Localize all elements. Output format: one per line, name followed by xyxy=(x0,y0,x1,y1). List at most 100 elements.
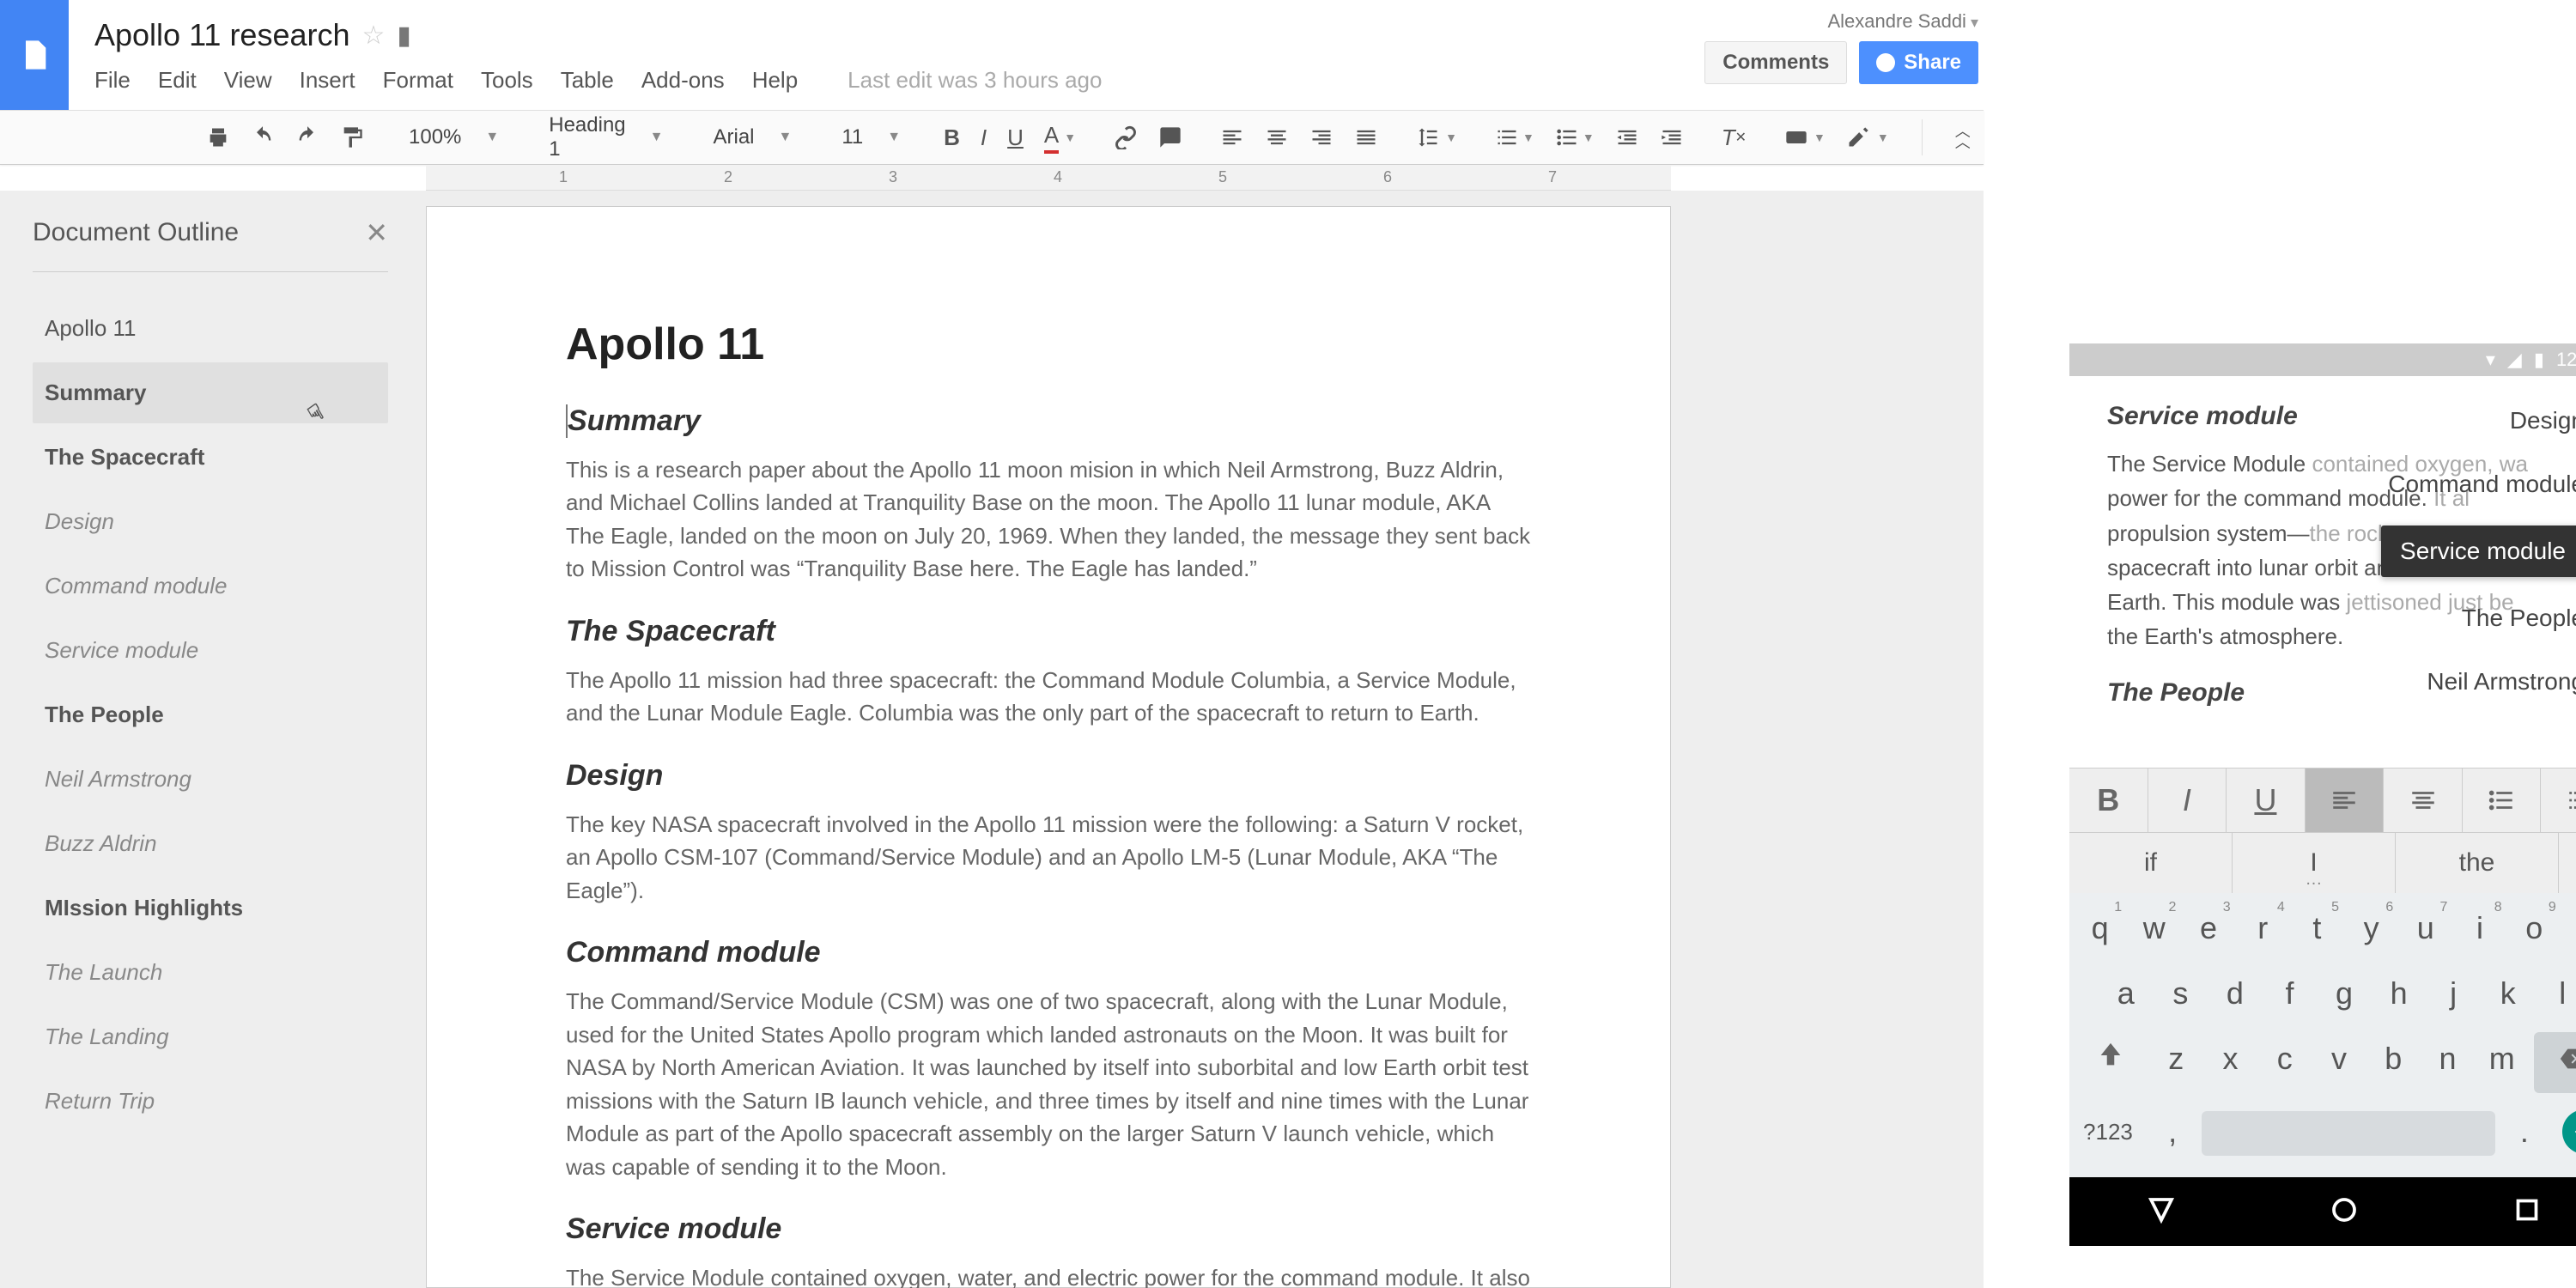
bulleted-list-icon[interactable]: ▼ xyxy=(1545,120,1605,155)
outline-item[interactable]: The Landing xyxy=(33,1006,388,1067)
italic-button[interactable]: I xyxy=(970,120,997,155)
period-key[interactable]: . xyxy=(2495,1102,2554,1162)
paragraph-style-select[interactable]: Heading 1▼ xyxy=(532,120,678,155)
font-size-select[interactable]: 11▼ xyxy=(824,120,916,155)
underline-button[interactable]: U xyxy=(2227,769,2306,832)
back-icon[interactable] xyxy=(2146,1194,2177,1230)
key-g[interactable]: g xyxy=(2317,963,2372,1024)
menu-insert[interactable]: Insert xyxy=(300,67,355,94)
key-v[interactable]: v xyxy=(2312,1029,2366,1097)
key-d[interactable]: d xyxy=(2208,963,2263,1024)
insert-comment-icon[interactable] xyxy=(1148,120,1193,155)
outline-item[interactable]: The Spacecraft xyxy=(33,427,388,488)
menu-add-ons[interactable]: Add-ons xyxy=(641,67,725,94)
editing-mode-icon[interactable]: ▼ xyxy=(1836,120,1899,155)
key-t[interactable]: t5 xyxy=(2290,898,2344,958)
suggestion[interactable]: the xyxy=(2396,833,2559,893)
decrease-indent-icon[interactable] xyxy=(1605,120,1649,155)
outline-item[interactable]: MIssion Highlights xyxy=(33,878,388,939)
user-name[interactable]: Alexandre Saddi xyxy=(1704,10,1978,33)
bold-button[interactable]: B xyxy=(2069,769,2148,832)
mobile-nav-item[interactable]: Service module xyxy=(2381,526,2576,577)
shift-key[interactable] xyxy=(2073,1029,2149,1097)
hide-menus-icon[interactable]: ︿︿ xyxy=(1945,120,1981,155)
align-justify-icon[interactable] xyxy=(1344,120,1388,155)
share-button[interactable]: Share xyxy=(1859,41,1978,84)
key-n[interactable]: n xyxy=(2421,1029,2475,1097)
outline-item[interactable]: Neil Armstrong xyxy=(33,749,388,810)
key-y[interactable]: y6 xyxy=(2344,898,2398,958)
mobile-nav-item[interactable]: Neil Armstrong xyxy=(2427,659,2576,704)
outline-item[interactable]: Design xyxy=(33,491,388,552)
align-left-icon[interactable] xyxy=(1210,120,1255,155)
outline-item[interactable]: The People xyxy=(33,684,388,745)
star-icon[interactable]: ☆ xyxy=(362,21,386,51)
mobile-nav-item[interactable]: Design xyxy=(2510,398,2576,443)
folder-icon[interactable]: ▮ xyxy=(397,21,411,51)
clear-formatting-icon[interactable]: T✕ xyxy=(1711,120,1757,155)
mobile-nav-item[interactable]: The People xyxy=(2462,596,2576,641)
key-w[interactable]: w2 xyxy=(2127,898,2181,958)
menu-view[interactable]: View xyxy=(224,67,272,94)
redo-icon[interactable] xyxy=(285,120,330,155)
outline-item[interactable]: The Launch xyxy=(33,942,388,1003)
print-icon[interactable] xyxy=(196,120,240,155)
mic-icon[interactable]: ● xyxy=(2559,833,2576,893)
outline-item[interactable]: Apollo 11 xyxy=(33,298,388,359)
menu-format[interactable]: Format xyxy=(383,67,453,94)
key-z[interactable]: z xyxy=(2149,1029,2203,1097)
align-center-icon[interactable] xyxy=(1255,120,1299,155)
bulleted-list-icon[interactable] xyxy=(2463,769,2542,832)
backspace-key[interactable] xyxy=(2534,1032,2576,1093)
align-left-icon[interactable] xyxy=(2306,769,2385,832)
paint-format-icon[interactable] xyxy=(330,120,374,155)
space-key[interactable] xyxy=(2202,1111,2494,1156)
align-center-icon[interactable] xyxy=(2384,769,2463,832)
key-l[interactable]: l xyxy=(2536,963,2576,1024)
font-select[interactable]: Arial▼ xyxy=(696,120,807,155)
undo-icon[interactable] xyxy=(240,120,285,155)
menu-file[interactable]: File xyxy=(94,67,131,94)
menu-help[interactable]: Help xyxy=(752,67,798,94)
key-b[interactable]: b xyxy=(2366,1029,2421,1097)
insert-link-icon[interactable] xyxy=(1103,120,1148,155)
suggestion[interactable]: I… xyxy=(2233,833,2396,893)
outline-item[interactable]: Service module xyxy=(33,620,388,681)
key-s[interactable]: s xyxy=(2154,963,2208,1024)
key-m[interactable]: m xyxy=(2475,1029,2529,1097)
enter-key[interactable] xyxy=(2562,1109,2576,1154)
document-title[interactable]: Apollo 11 research xyxy=(94,17,350,53)
align-right-icon[interactable] xyxy=(1299,120,1344,155)
key-k[interactable]: k xyxy=(2481,963,2536,1024)
menu-tools[interactable]: Tools xyxy=(481,67,533,94)
key-c[interactable]: c xyxy=(2257,1029,2312,1097)
key-j[interactable]: j xyxy=(2426,963,2481,1024)
menu-table[interactable]: Table xyxy=(561,67,614,94)
comma-key[interactable]: , xyxy=(2143,1102,2202,1162)
key-i[interactable]: i8 xyxy=(2452,898,2506,958)
outline-item[interactable]: Command module xyxy=(33,556,388,617)
key-e[interactable]: e3 xyxy=(2181,898,2235,958)
mobile-document[interactable]: Service module The Service Module contai… xyxy=(2069,376,2576,768)
outline-item[interactable]: Summary☟ xyxy=(33,362,388,423)
increase-indent-icon[interactable] xyxy=(1649,120,1694,155)
input-tools-icon[interactable]: ▼ xyxy=(1774,120,1836,155)
close-icon[interactable]: ✕ xyxy=(365,216,388,249)
underline-button[interactable]: U xyxy=(997,120,1034,155)
italic-button[interactable]: I xyxy=(2148,769,2227,832)
mobile-nav-item[interactable]: Command module xyxy=(2388,462,2576,507)
text-color-button[interactable]: A▼ xyxy=(1034,120,1086,155)
home-icon[interactable] xyxy=(2329,1194,2360,1230)
key-o[interactable]: o9 xyxy=(2507,898,2561,958)
document-page[interactable]: Apollo 11SummaryThis is a research paper… xyxy=(426,206,1671,1288)
key-a[interactable]: a xyxy=(2099,963,2154,1024)
line-spacing-icon[interactable]: ▼ xyxy=(1406,120,1467,155)
key-r[interactable]: r4 xyxy=(2236,898,2290,958)
key-p[interactable]: p0 xyxy=(2561,898,2576,958)
comments-button[interactable]: Comments xyxy=(1704,41,1847,84)
key-u[interactable]: u7 xyxy=(2398,898,2452,958)
suggestion[interactable]: if xyxy=(2069,833,2233,893)
symbols-key[interactable]: ?123 xyxy=(2073,1107,2143,1157)
menu-edit[interactable]: Edit xyxy=(158,67,197,94)
recents-icon[interactable] xyxy=(2512,1194,2543,1230)
